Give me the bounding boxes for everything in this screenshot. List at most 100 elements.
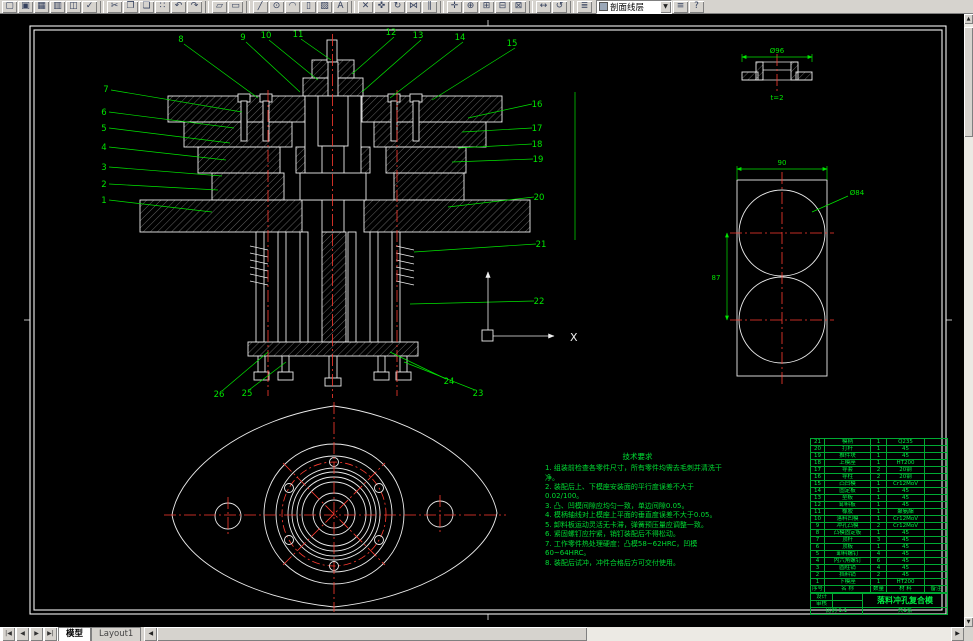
table-cell: 冲孔凸模 <box>824 522 871 530</box>
balloon-label: 23 <box>473 389 484 399</box>
cut-icon[interactable]: ✂ <box>107 0 122 13</box>
title-block-scale: 比例 1:1 <box>810 607 863 615</box>
scroll-down-arrow[interactable]: ▼ <box>964 617 973 627</box>
vertical-scroll-thumb[interactable] <box>964 27 973 137</box>
table-cell: 落料凹模 <box>824 515 871 523</box>
tab-layout1[interactable]: Layout1 <box>91 627 142 641</box>
horizontal-scrollbar[interactable]: ◀ ▶ <box>144 627 964 641</box>
table-cell: 20钢 <box>886 473 925 481</box>
tab-nav-last[interactable]: ▶| <box>44 627 57 641</box>
hatch-tool-icon[interactable]: ▨ <box>317 0 332 13</box>
layer-combo[interactable]: 剖面线层 ▼ <box>596 0 672 14</box>
list-line: 7. 工作零件热处理硬度：凸模58~62HRC，凹模60~64HRC。 <box>545 539 698 558</box>
balloon-label: 14 <box>455 33 466 43</box>
mirror-icon[interactable]: ⋈ <box>406 0 421 13</box>
move-icon[interactable]: ✜ <box>374 0 389 13</box>
table-row: 12 卸料板 1 45 <box>810 501 948 509</box>
table-cell: 45 <box>886 452 925 460</box>
tab-nav-next[interactable]: ▶ <box>30 627 43 641</box>
table-cell: 7 <box>810 536 825 544</box>
detail-thickness-dim: t=2 <box>770 94 783 102</box>
pan-icon[interactable]: ✛ <box>447 0 462 13</box>
balloon-label: 15 <box>507 39 518 49</box>
chevron-down-icon[interactable]: ▼ <box>660 0 671 13</box>
spell-check-icon[interactable]: ✓ <box>82 0 97 13</box>
redo-icon[interactable]: ↷ <box>187 0 202 13</box>
table-cell: 17 <box>810 466 825 474</box>
table-cell: 4 <box>810 557 825 565</box>
circle-tool-icon[interactable]: ⊙ <box>269 0 284 13</box>
table-row: 16 导柱 2 20钢 <box>810 473 948 481</box>
bottom-bar: |◀ ◀ ▶ ▶| 模型 Layout1 ◀ ▶ <box>0 627 973 641</box>
scroll-up-arrow[interactable]: ▲ <box>964 14 973 24</box>
table-row: 11 橡胶 1 聚氨酯 <box>810 508 948 516</box>
table-cell: 顶杆 <box>824 536 871 544</box>
balloon-label: 20 <box>534 193 545 203</box>
table-cell: 导套 <box>824 466 871 474</box>
scroll-left-arrow[interactable]: ◀ <box>144 627 158 641</box>
drawing-canvas[interactable]: 1 2 3 4 5 6 7 8 9 10 11 12 13 14 15 16 1… <box>0 14 964 627</box>
save-icon[interactable]: ▦ <box>34 0 49 13</box>
table-cell: 20钢 <box>886 466 925 474</box>
open-file-icon[interactable]: ▣ <box>18 0 33 13</box>
horizontal-scroll-track[interactable] <box>587 627 951 641</box>
new-file-icon[interactable]: ▢ <box>2 0 17 13</box>
zoom-extents-icon[interactable]: ⊠ <box>511 0 526 13</box>
table-cell: Cr12MoV <box>886 522 925 530</box>
help-icon[interactable]: ? <box>689 0 704 13</box>
tab-nav-prev[interactable]: ◀ <box>16 627 29 641</box>
distance-icon[interactable]: ↔ <box>536 0 551 13</box>
title-block-design-label: 设计 <box>810 593 833 601</box>
balloon-label: 21 <box>536 240 547 250</box>
plot-preview-icon[interactable]: ◫ <box>66 0 81 13</box>
paste-icon[interactable]: ❏ <box>139 0 154 13</box>
balloon-label: 26 <box>214 390 225 400</box>
layout-tab-strip: |◀ ◀ ▶ ▶| 模型 Layout1 <box>0 627 142 641</box>
zoom-window-icon[interactable]: ⊞ <box>479 0 494 13</box>
table-cell: 15 <box>810 480 825 488</box>
match-properties-icon[interactable]: ∷ <box>155 0 170 13</box>
arc-tool-icon[interactable]: ◠ <box>285 0 300 13</box>
scroll-right-arrow[interactable]: ▶ <box>951 627 964 641</box>
offset-icon[interactable]: ∥ <box>422 0 437 13</box>
vertical-scroll-track[interactable] <box>964 24 973 617</box>
balloon-label: 5 <box>101 124 106 134</box>
title-block-check-value <box>832 600 863 608</box>
text-tool-icon[interactable]: A <box>333 0 348 13</box>
rectangle-tool-icon[interactable]: ▯ <box>301 0 316 13</box>
list-line: 6. 紧固螺钉应拧紧，销钉装配后不得松动。 <box>545 530 680 539</box>
balloon-label: 24 <box>444 377 455 387</box>
table-cell: 圆柱销 <box>824 564 871 572</box>
undo-icon[interactable]: ↶ <box>171 0 186 13</box>
zoom-previous-icon[interactable]: ⊟ <box>495 0 510 13</box>
title-block-design-value <box>832 593 863 601</box>
xref-icon[interactable]: ▭ <box>228 0 243 13</box>
vertical-scrollbar[interactable]: ▲ ▼ <box>964 14 973 627</box>
properties-icon[interactable]: ≡ <box>673 0 688 13</box>
table-cell: 固定板 <box>824 487 871 495</box>
toolbar-separator <box>100 0 104 13</box>
ucs-icon: X <box>481 271 578 344</box>
table-cell: 1 <box>870 578 887 586</box>
table-cell: 1 <box>870 438 887 446</box>
table-cell: 18 <box>810 459 825 467</box>
line-tool-icon[interactable]: ╱ <box>253 0 268 13</box>
tab-nav-first[interactable]: |◀ <box>2 627 15 641</box>
rotate-icon[interactable]: ↻ <box>390 0 405 13</box>
plot-icon[interactable]: ▥ <box>50 0 65 13</box>
tab-model[interactable]: 模型 <box>58 627 92 641</box>
layers-icon[interactable]: ≣ <box>577 0 592 13</box>
table-cell: 45 <box>886 494 925 502</box>
zoom-realtime-icon[interactable]: ⊕ <box>463 0 478 13</box>
copy-icon[interactable]: ❐ <box>123 0 138 13</box>
table-cell: 1 <box>870 480 887 488</box>
table-cell: 内六角螺钉 <box>824 557 871 565</box>
erase-icon[interactable]: ✕ <box>358 0 373 13</box>
table-cell: 45 <box>886 487 925 495</box>
insert-block-icon[interactable]: ▱ <box>212 0 227 13</box>
table-cell: 卸料板 <box>824 501 871 509</box>
redraw-icon[interactable]: ↺ <box>552 0 567 13</box>
horizontal-scroll-thumb[interactable] <box>157 627 588 641</box>
balloon-label: 2 <box>101 180 106 190</box>
table-cell: 14 <box>810 487 825 495</box>
